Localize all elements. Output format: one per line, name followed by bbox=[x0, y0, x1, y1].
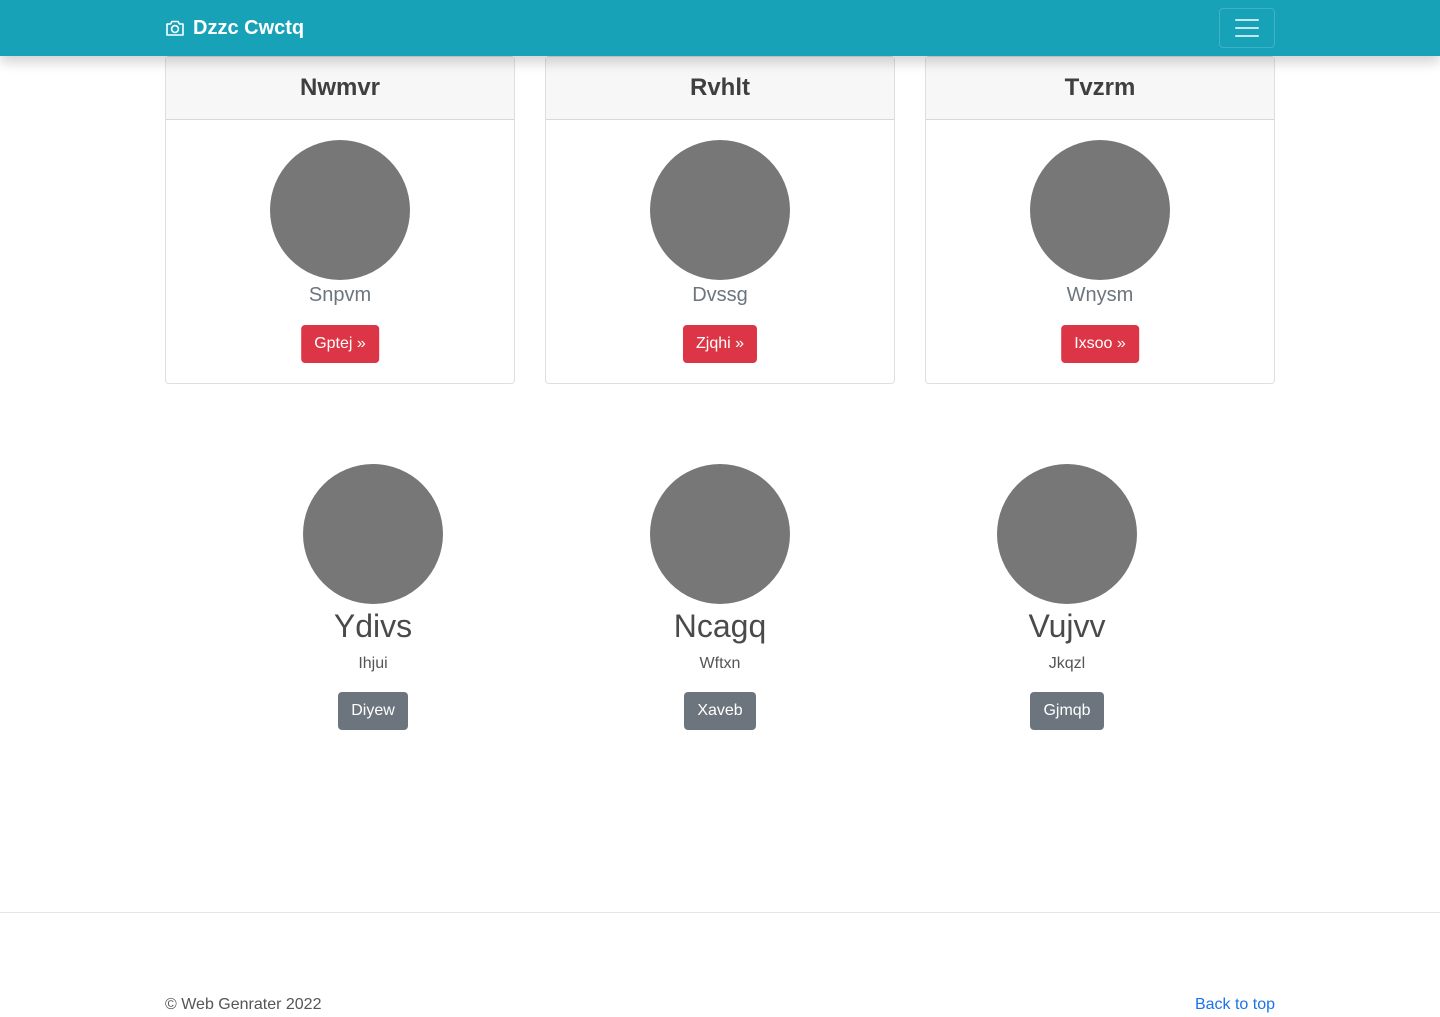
profile: Ydivs Ihjui Diyew bbox=[223, 464, 523, 730]
card-action-button[interactable]: Zjqhi » bbox=[682, 325, 758, 363]
card-action-button[interactable]: Ixsoo » bbox=[1061, 325, 1139, 363]
hamburger-bar bbox=[1235, 35, 1259, 37]
profile-name: Ydivs bbox=[333, 608, 413, 644]
profile-subtitle: Wftxn bbox=[699, 655, 741, 672]
brand-name: Dzzc Cwctq bbox=[193, 16, 305, 39]
hamburger-bar bbox=[1235, 27, 1259, 29]
card-body: Dvssg Zjqhi » bbox=[546, 120, 894, 384]
profile-button[interactable]: Gjmqb bbox=[1030, 692, 1104, 730]
card-body: Wnysm Ixsoo » bbox=[926, 120, 1274, 384]
card-subtitle: Snpvm bbox=[308, 284, 372, 306]
card-title: Rvhlt bbox=[546, 57, 894, 120]
profile-name: Vujvv bbox=[1028, 608, 1106, 644]
avatar bbox=[997, 464, 1137, 604]
card-title: Tvzrm bbox=[926, 57, 1274, 120]
avatar bbox=[303, 464, 443, 604]
navbar-toggler-button[interactable] bbox=[1219, 8, 1275, 48]
navbar: Dzzc Cwctq bbox=[0, 0, 1440, 56]
camera-icon bbox=[165, 19, 185, 37]
card-body: Snpvm Gptej » bbox=[166, 120, 514, 384]
avatar bbox=[270, 140, 410, 280]
card: Tvzrm Wnysm Ixsoo » bbox=[925, 56, 1275, 384]
back-to-top-link[interactable]: Back to top bbox=[1195, 996, 1275, 1014]
profile-subtitle: Jkqzl bbox=[1048, 655, 1086, 672]
profile: Ncagq Wftxn Xaveb bbox=[570, 464, 870, 730]
avatar bbox=[650, 464, 790, 604]
footer-divider bbox=[0, 912, 1440, 913]
profile-subtitle: Ihjui bbox=[358, 655, 388, 672]
profile: Vujvv Jkqzl Gjmqb bbox=[917, 464, 1217, 730]
card-action-button[interactable]: Gptej » bbox=[301, 325, 379, 363]
copyright-text: © Web Genrater 2022 bbox=[165, 996, 322, 1013]
card-title: Nwmvr bbox=[166, 57, 514, 120]
hamburger-menu-icon bbox=[1235, 19, 1259, 21]
card-subtitle: Dvssg bbox=[692, 284, 748, 306]
avatar bbox=[650, 140, 790, 280]
brand-link[interactable]: Dzzc Cwctq bbox=[165, 14, 304, 42]
profile-button[interactable]: Xaveb bbox=[684, 692, 756, 730]
card: Nwmvr Snpvm Gptej » bbox=[165, 56, 515, 384]
card-subtitle: Wnysm bbox=[1066, 284, 1134, 306]
profile-name: Ncagq bbox=[673, 608, 767, 644]
card: Rvhlt Dvssg Zjqhi » bbox=[545, 56, 895, 384]
profile-button[interactable]: Diyew bbox=[338, 692, 408, 730]
avatar bbox=[1030, 140, 1170, 280]
